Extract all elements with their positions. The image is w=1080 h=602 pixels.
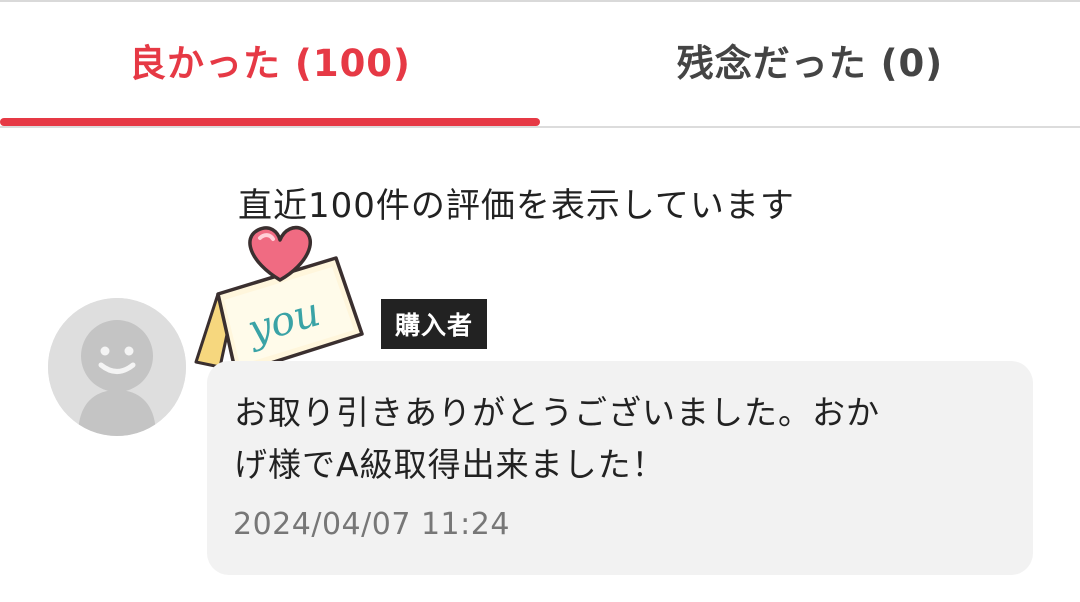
buyer-role-badge: 購入者 — [381, 299, 488, 349]
review-comment-line: お取り引きありがとうございました。おか — [234, 393, 880, 432]
recent-ratings-notice: 直近100件の評価を表示しています — [238, 186, 795, 226]
tab-good[interactable]: 良かった (100) — [0, 0, 540, 126]
default-user-avatar-icon[interactable] — [48, 298, 186, 436]
active-tab-indicator — [0, 118, 540, 126]
review-comment-line: げ様でA級取得出来ました！ — [234, 445, 666, 484]
review-timestamp: 2024/04/07 11:24 — [233, 507, 510, 542]
tab-bad[interactable]: 残念だった (0) — [540, 0, 1080, 126]
rating-tabs: 良かった (100) 残念だった (0) — [0, 0, 1080, 128]
review-comment-bubble: お取り引きありがとうございました。おか げ様でA級取得出来ました！ 2024/0… — [207, 361, 1033, 575]
heart-you-card-icon: you — [190, 222, 365, 382]
